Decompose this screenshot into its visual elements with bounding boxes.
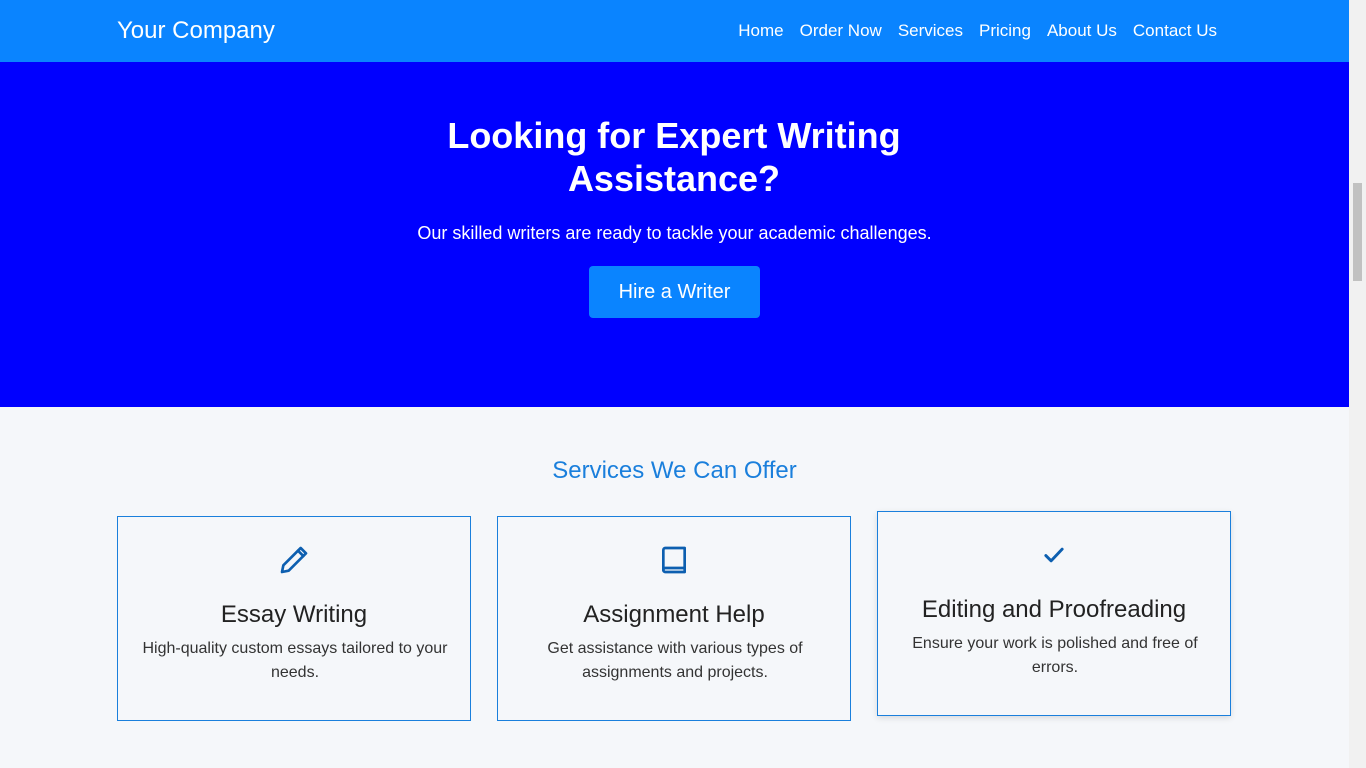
card-description: Ensure your work is polished and free of… [912, 635, 1198, 676]
scrollbar-thumb[interactable] [1353, 183, 1362, 281]
check-icon [878, 538, 1230, 572]
nav-links: Home Order Now Services Pricing About Us… [730, 20, 1225, 42]
services-heading: Services We Can Offer [552, 457, 797, 484]
pencil-icon [118, 543, 470, 577]
brand-logo[interactable]: Your Company [117, 16, 275, 46]
nav-link-contact-us[interactable]: Contact Us [1125, 20, 1225, 42]
hero-title: Looking for Expert Writing Assistance? [447, 115, 901, 199]
nav-link-about-us[interactable]: About Us [1039, 20, 1125, 42]
card-title: Essay Writing [220, 601, 368, 628]
service-card-assignment-help[interactable]: Assignment Help Get assistance with vari… [497, 516, 851, 721]
nav-link-services[interactable]: Services [890, 20, 971, 42]
hero-subtitle: Our skilled writers are ready to tackle … [417, 223, 932, 243]
book-icon [498, 543, 850, 577]
page: Your Company Home Order Now Services Pri… [0, 0, 1349, 768]
nav-link-home[interactable]: Home [730, 20, 791, 42]
card-description: High-quality custom essays tailored to y… [142, 640, 448, 681]
navbar: Your Company Home Order Now Services Pri… [0, 0, 1349, 62]
card-description: Get assistance with various types of ass… [547, 640, 803, 681]
page-scrollbar[interactable] [1349, 0, 1366, 768]
nav-link-pricing[interactable]: Pricing [971, 20, 1039, 42]
hire-writer-button[interactable]: Hire a Writer [589, 266, 760, 318]
service-card-essay-writing[interactable]: Essay Writing High-quality custom essays… [117, 516, 471, 721]
card-title: Assignment Help [583, 601, 765, 628]
nav-link-order-now[interactable]: Order Now [792, 20, 890, 42]
hero-section: Looking for Expert Writing Assistance? O… [0, 62, 1349, 407]
card-title: Editing and Proofreading [921, 596, 1187, 623]
service-card-editing-proofreading[interactable]: Editing and Proofreading Ensure your wor… [877, 511, 1231, 716]
